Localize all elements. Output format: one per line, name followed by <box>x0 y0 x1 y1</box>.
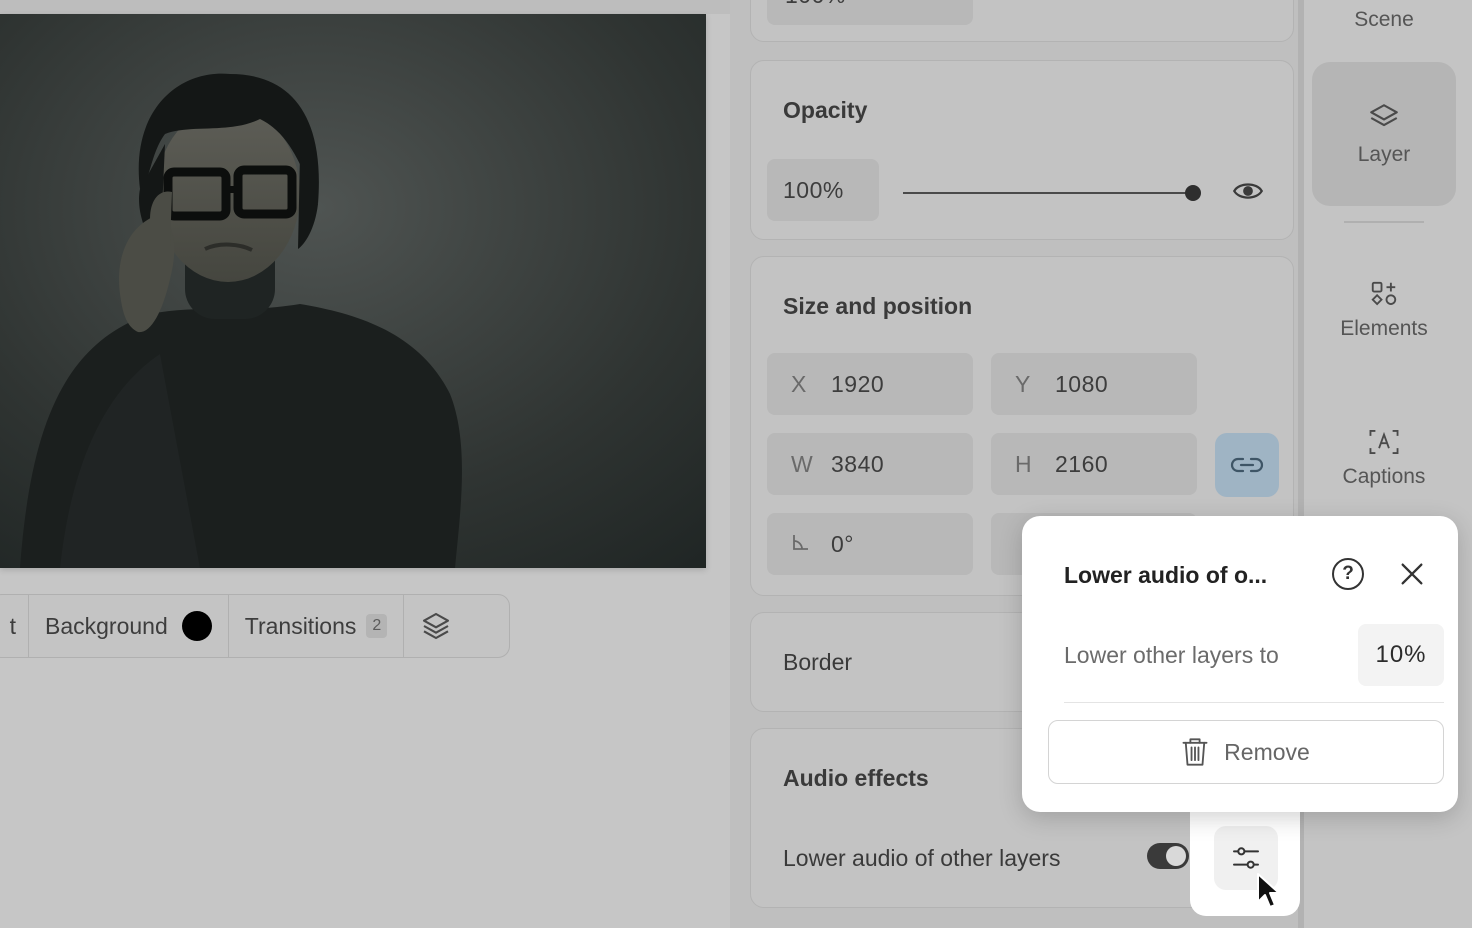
y-label: Y <box>1015 370 1031 397</box>
background-label: Background <box>45 612 168 639</box>
nav-scene-label: Scene <box>1354 8 1414 31</box>
width-field[interactable]: W 3840 <box>767 433 973 495</box>
top-value-field[interactable]: 100% <box>767 0 973 25</box>
h-label: H <box>1015 450 1032 477</box>
w-label: W <box>791 450 813 477</box>
background-button[interactable]: Background <box>29 595 229 657</box>
opacity-card: Opacity 100% <box>750 60 1294 240</box>
y-value: 1080 <box>1055 370 1109 397</box>
opacity-value: 100% <box>783 176 844 203</box>
canvas-area: t Background Transitions 2 <box>0 0 730 928</box>
transitions-button[interactable]: Transitions 2 <box>229 595 405 657</box>
lower-level-input[interactable]: 10% <box>1358 624 1444 686</box>
opacity-title: Opacity <box>783 97 868 123</box>
lower-audio-toggle[interactable] <box>1147 843 1189 869</box>
rotation-value: 0° <box>831 530 854 557</box>
top-value: 100% <box>767 0 846 9</box>
lower-other-layers-label: Lower other layers to <box>1064 642 1279 668</box>
aspect-lock-button[interactable] <box>1215 433 1279 497</box>
transitions-label: Transitions <box>244 612 357 639</box>
video-preview[interactable] <box>0 14 706 568</box>
nav-captions[interactable]: Captions <box>1312 388 1456 528</box>
remove-button[interactable]: Remove <box>1048 720 1444 784</box>
nav-layer[interactable]: Layer <box>1312 62 1456 206</box>
toolbar-cut-label: t <box>9 612 16 639</box>
rotation-icon <box>767 531 831 558</box>
top-card: 100% <box>750 0 1294 42</box>
elements-icon <box>1371 281 1397 306</box>
preview-image <box>0 14 706 568</box>
opacity-input[interactable]: 100% <box>767 159 879 221</box>
sliders-icon <box>1233 847 1259 869</box>
captions-icon <box>1369 430 1399 454</box>
transitions-count-badge: 2 <box>366 614 388 638</box>
nav-elements-label: Elements <box>1340 317 1428 340</box>
nav-elements[interactable]: Elements <box>1312 240 1456 380</box>
nav-scene[interactable]: Scene <box>1312 0 1456 40</box>
toolbar-cut-segment[interactable]: t <box>0 595 29 657</box>
background-color-swatch <box>181 611 212 641</box>
layers-icon <box>1370 104 1398 127</box>
y-position-field[interactable]: Y 1080 <box>991 353 1197 415</box>
popover-title: Lower audio of o... <box>1064 562 1268 588</box>
x-label: X <box>791 370 807 397</box>
mouse-cursor-icon <box>1257 873 1280 908</box>
x-position-field[interactable]: X 1920 <box>767 353 973 415</box>
opacity-slider-handle[interactable] <box>1185 185 1201 201</box>
rotation-field[interactable]: 0° <box>767 513 973 575</box>
visibility-eye-icon[interactable] <box>1233 179 1263 203</box>
remove-label: Remove <box>1224 738 1310 765</box>
border-title: Border <box>783 649 853 675</box>
nav-captions-label: Captions <box>1342 465 1426 488</box>
nav-separator <box>1344 221 1424 223</box>
h-value: 2160 <box>1055 450 1109 477</box>
trash-icon <box>1182 737 1208 767</box>
x-value: 1920 <box>831 370 885 397</box>
preview-toolbar: t Background Transitions 2 <box>0 594 510 658</box>
layers-icon <box>423 612 450 640</box>
lower-level-value: 10% <box>1375 641 1427 668</box>
link-icon <box>1230 457 1264 473</box>
canvas-top-strip <box>0 0 730 14</box>
nav-layer-label: Layer <box>1357 143 1411 166</box>
lower-audio-popover: Lower audio of o... ? Lower other layers… <box>1022 516 1458 812</box>
w-value: 3840 <box>831 450 885 477</box>
audio-effects-title: Audio effects <box>783 765 929 791</box>
layers-button[interactable] <box>404 595 468 657</box>
help-icon[interactable]: ? <box>1332 558 1364 590</box>
close-icon[interactable] <box>1398 560 1426 588</box>
size-position-title: Size and position <box>783 293 973 319</box>
opacity-slider-track[interactable] <box>903 192 1193 194</box>
height-field[interactable]: H 2160 <box>991 433 1197 495</box>
popover-divider <box>1064 702 1444 703</box>
lower-audio-label: Lower audio of other layers <box>783 845 1061 871</box>
